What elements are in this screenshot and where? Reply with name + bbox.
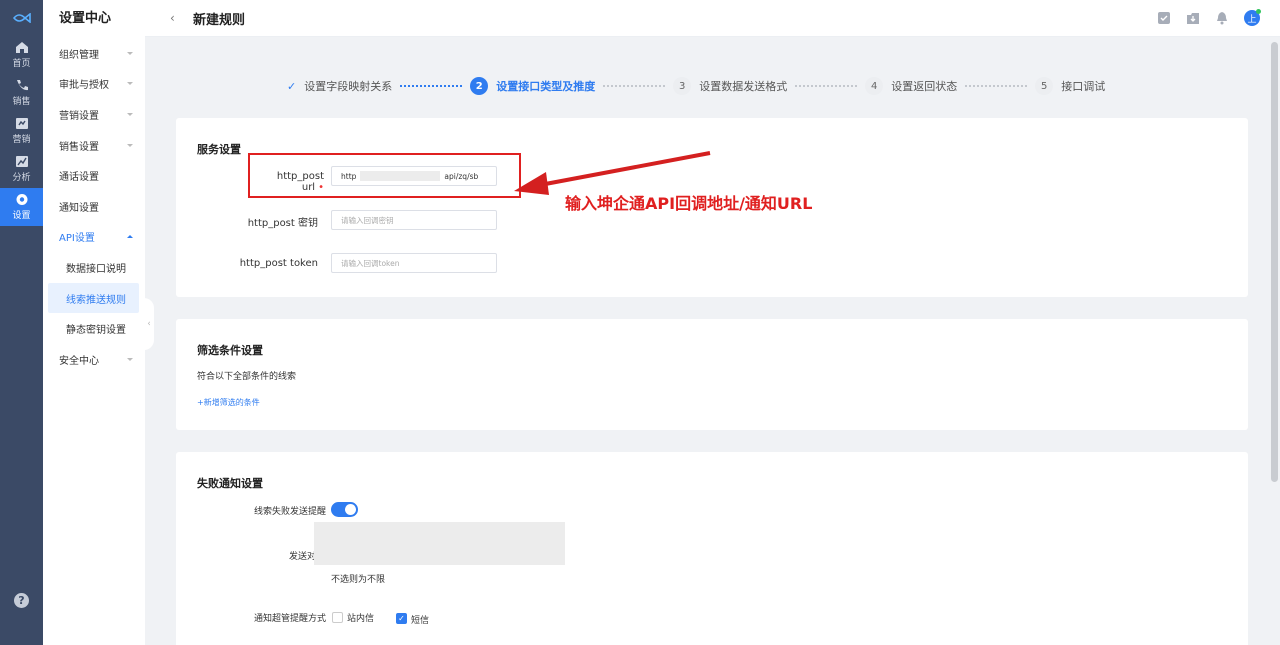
online-dot — [1256, 9, 1261, 14]
menu-sub-static-key[interactable]: 静态密钥设置 — [43, 313, 145, 344]
gear-icon — [16, 194, 27, 205]
token-label: http_post token — [239, 258, 318, 269]
chevron-up-icon — [127, 235, 133, 239]
download-icon[interactable] — [1186, 11, 1200, 25]
menu-item-approval[interactable]: 审批与授权 — [43, 69, 145, 100]
step-connector — [795, 85, 858, 87]
secret-input[interactable]: 请输入回调密钥 — [331, 210, 497, 230]
help-icon[interactable]: ? — [14, 593, 29, 608]
add-filter-link[interactable]: +新增筛选的条件 — [197, 397, 260, 408]
annotation-highlight-box — [248, 153, 521, 198]
top-icons: 上 — [1157, 9, 1261, 26]
fish-logo-icon[interactable] — [0, 0, 43, 36]
chevron-down-icon — [127, 82, 133, 86]
step-1[interactable]: ✓ 设置字段映射关系 — [287, 78, 392, 94]
failure-notify-toggle[interactable] — [331, 502, 358, 517]
step-4[interactable]: 4 设置返回状态 — [865, 77, 957, 95]
rail-item-analysis[interactable]: 分析 — [0, 150, 43, 188]
page-scrollbar[interactable] — [1271, 40, 1278, 640]
send-to-hint: 不选则为不限 — [331, 575, 386, 585]
chevron-down-icon — [127, 51, 133, 55]
sms-checkbox[interactable]: ✓ — [396, 613, 407, 624]
redacted-recipients — [314, 522, 565, 565]
bell-icon[interactable] — [1215, 11, 1229, 25]
phone-icon — [16, 80, 28, 91]
rail-item-home[interactable]: 首页 — [0, 36, 43, 74]
step-2[interactable]: 2 设置接口类型及推度 — [470, 77, 595, 95]
site-message-label: 站内信 — [347, 614, 375, 624]
steps-bar: ✓ 设置字段映射关系 2 设置接口类型及推度 3 设置数据发送格式 4 设置返回状态 5… — [287, 76, 1105, 96]
menu-item-call[interactable]: 通话设置 — [43, 160, 145, 191]
scrollbar-thumb[interactable] — [1271, 42, 1278, 482]
menu-item-security[interactable]: 安全中心 — [43, 344, 145, 375]
token-input[interactable]: 请输入回调token — [331, 253, 497, 273]
menu-sub-api-doc[interactable]: 数据接口说明 — [43, 252, 145, 283]
site-message-checkbox[interactable] — [332, 612, 343, 623]
menu-sub-push-rules[interactable]: 线索推送规则 — [48, 282, 139, 314]
menu-item-org[interactable]: 组织管理 — [43, 38, 145, 69]
failure-notify-title: 失败通知设置 — [197, 477, 263, 490]
sms-label: 短信 — [411, 616, 430, 626]
step-connector — [400, 85, 463, 87]
failure-toggle-label: 线索失败发送提醒 — [253, 507, 326, 517]
back-icon[interactable]: ‹ — [170, 11, 183, 25]
filter-settings-title: 筛选条件设置 — [197, 344, 263, 357]
menu-item-marketing[interactable]: 营销设置 — [43, 99, 145, 130]
rail-item-marketing[interactable]: 营销 — [0, 112, 43, 150]
settings-menu: 设置中心 组织管理 审批与授权 营销设置 销售设置 通话设置 通知设置 API设… — [43, 0, 145, 645]
step-connector — [965, 85, 1028, 87]
marketing-icon — [15, 118, 28, 129]
filter-desc: 符合以下全部条件的线索 — [197, 372, 297, 382]
avatar[interactable]: 上 — [1244, 9, 1261, 26]
collapse-menu-handle[interactable]: ‹ — [144, 298, 154, 350]
service-settings-title: 服务设置 — [197, 143, 241, 156]
task-icon[interactable] — [1157, 11, 1171, 25]
annotation-text: 输入坤企通API回调地址/通知URL — [565, 194, 813, 213]
left-rail: 首页 销售 营销 分析 设置 ? — [0, 0, 43, 645]
home-icon — [15, 42, 28, 53]
chevron-down-icon — [127, 112, 133, 116]
chevron-down-icon — [127, 357, 133, 361]
step-connector — [603, 85, 666, 87]
rail-item-sales[interactable]: 销售 — [0, 74, 43, 112]
secret-label: http_post 密钥 — [247, 218, 318, 229]
chart-icon — [15, 156, 28, 167]
menu-item-notify[interactable]: 通知设置 — [43, 191, 145, 222]
rail-item-settings[interactable]: 设置 — [0, 188, 43, 226]
filter-settings-card: 筛选条件设置 符合以下全部条件的线索 +新增筛选的条件 — [176, 319, 1248, 430]
menu-item-api[interactable]: API设置 — [43, 222, 145, 253]
failure-notify-card: 失败通知设置 线索失败发送提醒 发送对 不选则为不限 通知超管提醒方式 站内信 … — [176, 452, 1248, 645]
menu-title: 设置中心 — [59, 11, 112, 26]
chevron-down-icon — [127, 143, 133, 147]
page-title: 新建规则 — [193, 12, 246, 28]
method-label: 通知超管提醒方式 — [253, 614, 326, 624]
menu-item-sales[interactable]: 销售设置 — [43, 130, 145, 161]
step-3[interactable]: 3 设置数据发送格式 — [673, 77, 787, 95]
check-icon: ✓ — [287, 79, 297, 93]
send-to-label: 发送对 — [288, 552, 316, 562]
top-bar: ‹ 新建规则 上 — [145, 0, 1280, 37]
step-5[interactable]: 5 接口调试 — [1035, 77, 1105, 95]
